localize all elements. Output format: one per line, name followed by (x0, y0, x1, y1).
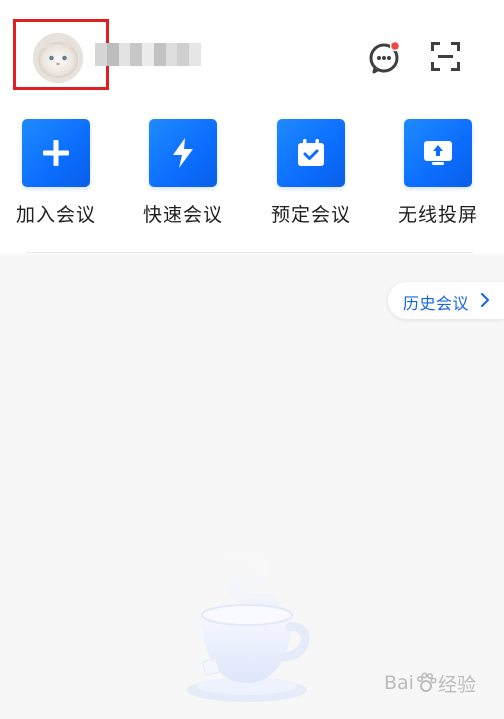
lightning-icon (173, 138, 193, 168)
action-label: 预定会议 (270, 204, 351, 226)
message-button[interactable] (368, 40, 402, 74)
calendar-check-icon (298, 139, 324, 166)
meeting-home-screen: ████████ (0, 0, 504, 719)
history-label: 历史会议 (403, 294, 470, 313)
action-quick-meeting[interactable]: 快速会议 (133, 118, 233, 226)
baidu-jingyan-watermark: Bai 经验 (384, 666, 496, 700)
wireless-cast-tile[interactable] (404, 119, 472, 187)
plus-icon (43, 140, 69, 166)
section-divider (26, 252, 473, 253)
quick-actions: 加入会议 快速会议 预定会议 无线投屏 (0, 118, 504, 228)
scan-icon (431, 42, 460, 71)
scan-button[interactable] (431, 42, 460, 71)
screen-cast-icon (424, 141, 452, 165)
schedule-meeting-tile[interactable] (277, 119, 345, 187)
message-dots-icon (369, 40, 401, 74)
quick-meeting-tile[interactable] (149, 119, 217, 187)
chevron-right-icon (481, 293, 489, 307)
coffee-cup-icon (187, 546, 310, 702)
join-meeting-tile[interactable] (22, 119, 90, 187)
action-label: 加入会议 (15, 204, 96, 226)
top-header: ████████ (0, 0, 504, 110)
cat-avatar-image (33, 33, 83, 83)
empty-state-illustration (184, 545, 314, 705)
watermark-logo-text: Bai (384, 672, 414, 694)
avatar[interactable] (33, 33, 83, 83)
action-label: 无线投屏 (397, 204, 478, 226)
paw-icon (416, 672, 437, 692)
action-wireless-cast[interactable]: 无线投屏 (388, 118, 488, 226)
action-join-meeting[interactable]: 加入会议 (6, 118, 106, 226)
action-label: 快速会议 (142, 204, 223, 226)
notification-badge (389, 40, 401, 52)
watermark-suffix: 经验 (437, 673, 476, 696)
action-schedule-meeting[interactable]: 预定会议 (261, 118, 361, 226)
history-meetings-button[interactable]: 历史会议 (388, 282, 504, 319)
username-pixelated (95, 43, 202, 66)
